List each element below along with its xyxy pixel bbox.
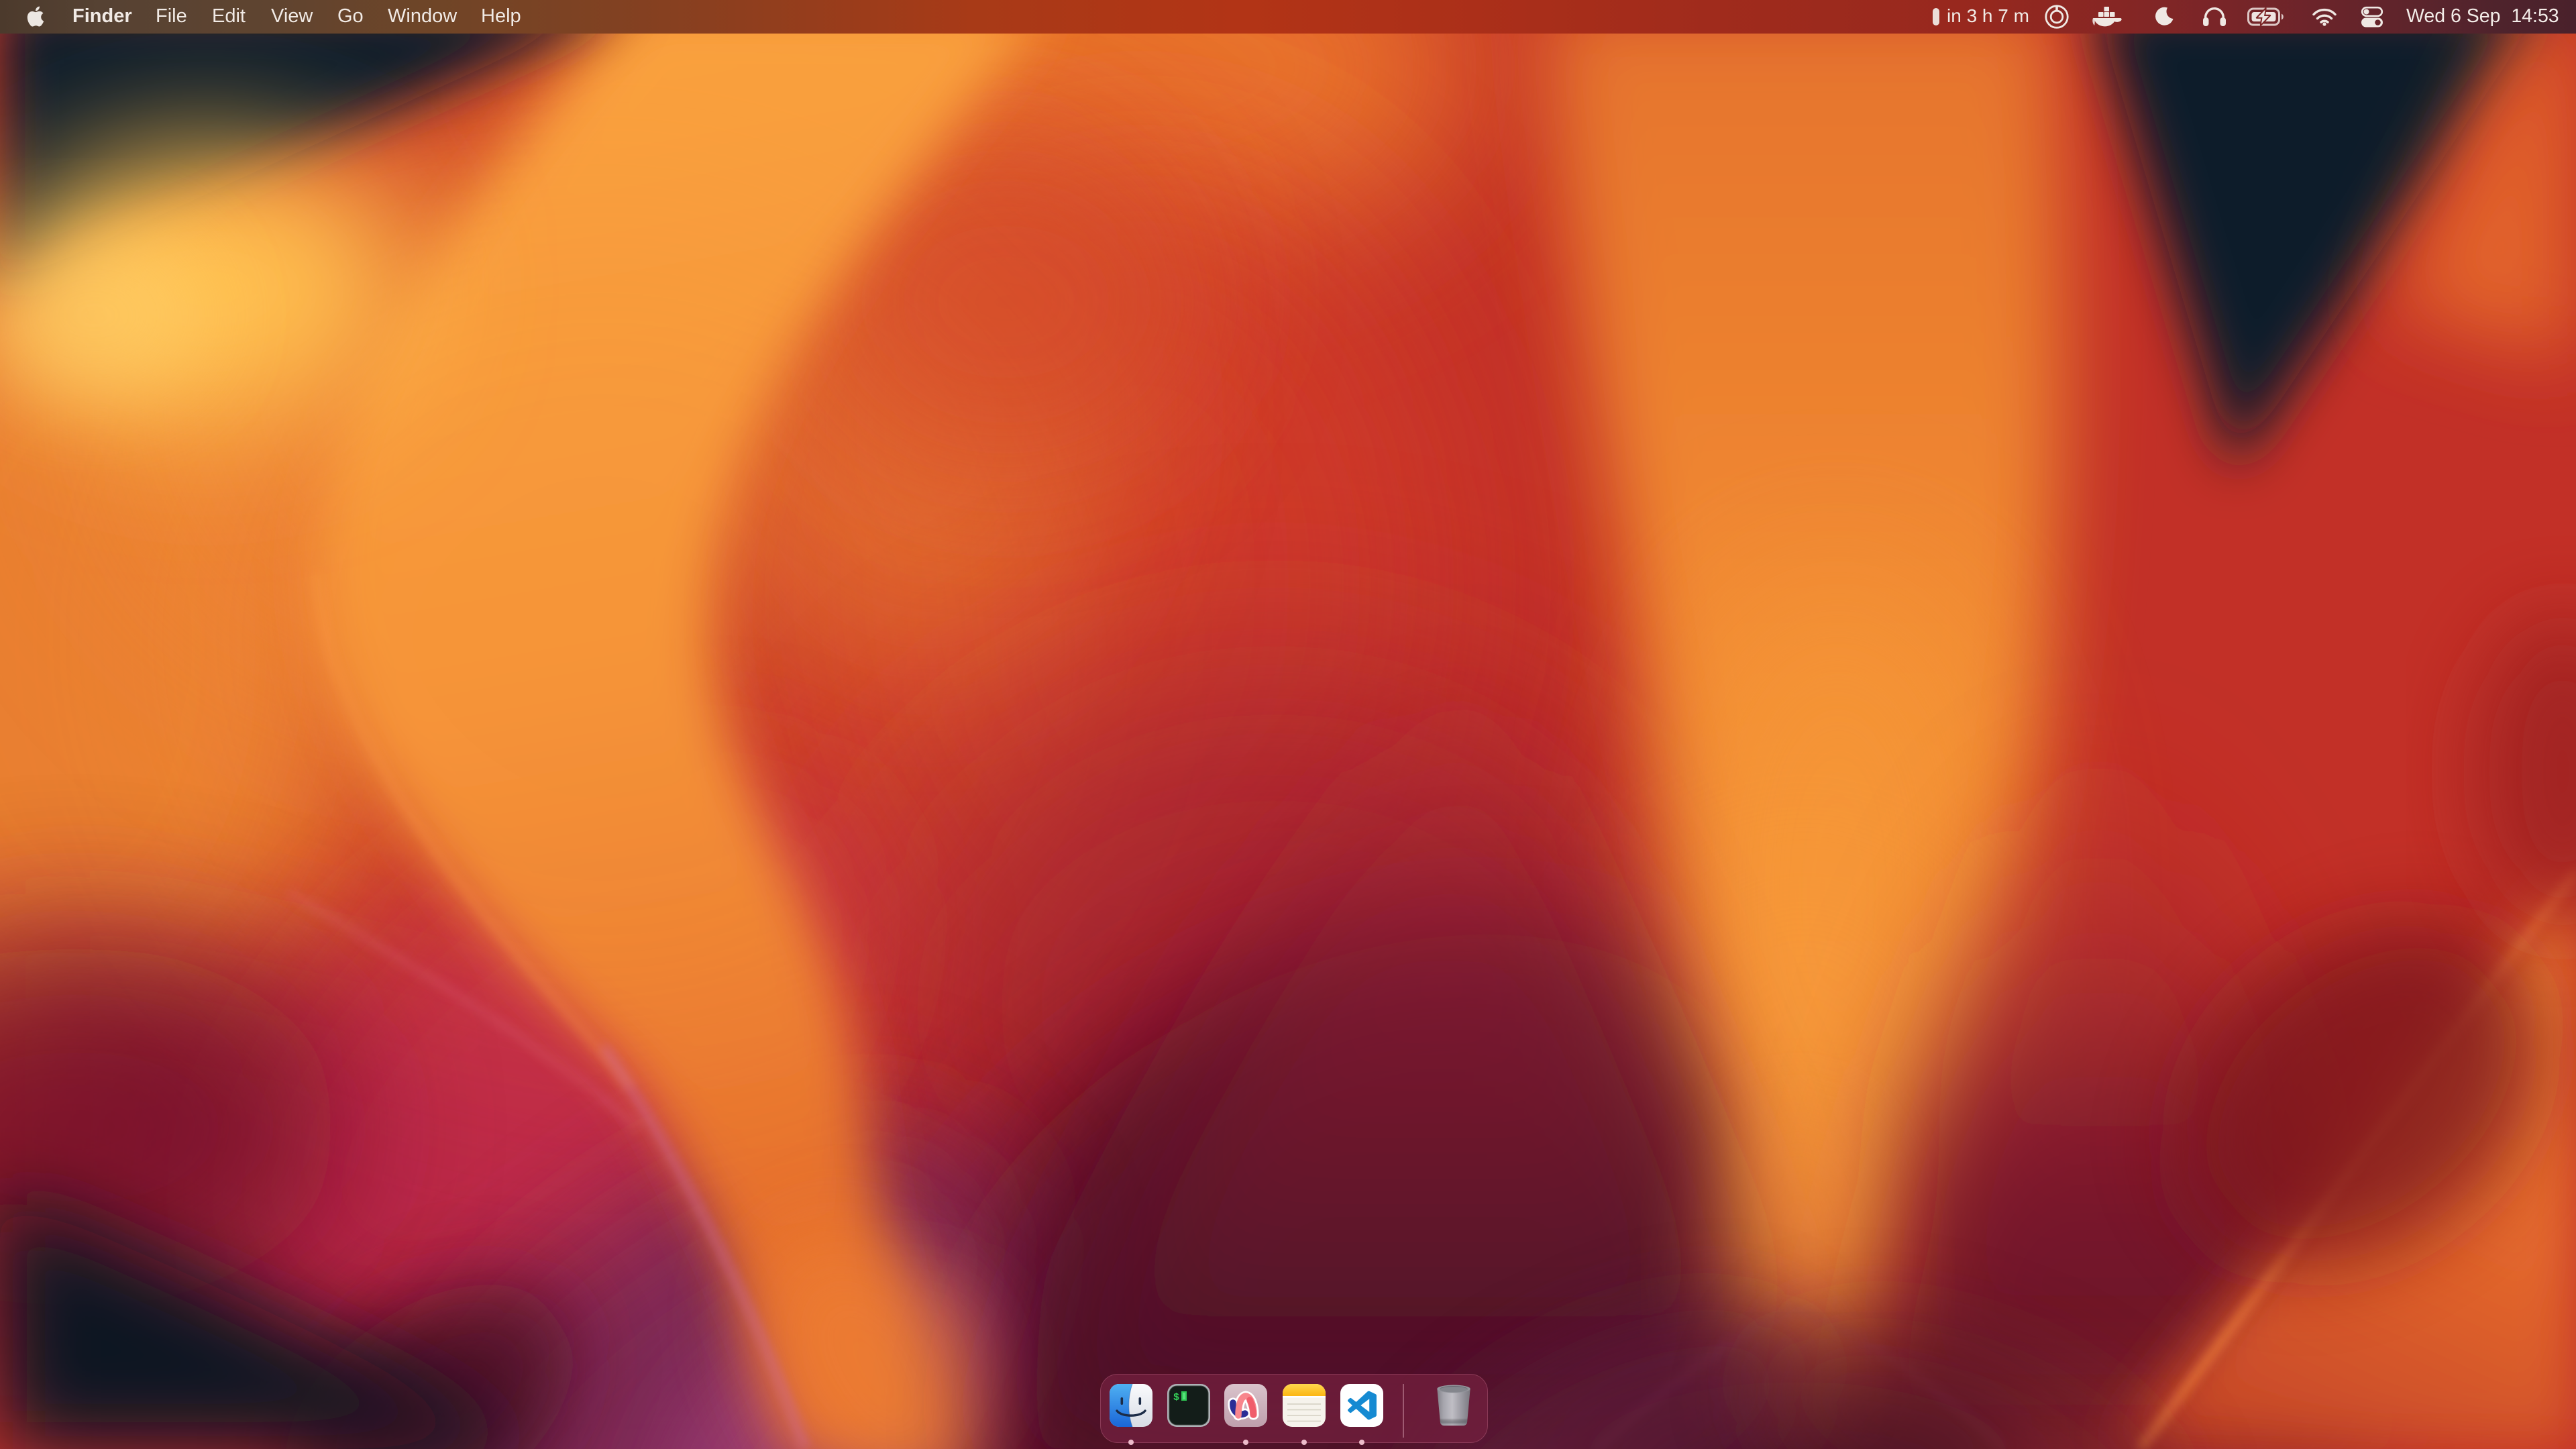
svg-text:$: $ xyxy=(1173,1392,1179,1403)
